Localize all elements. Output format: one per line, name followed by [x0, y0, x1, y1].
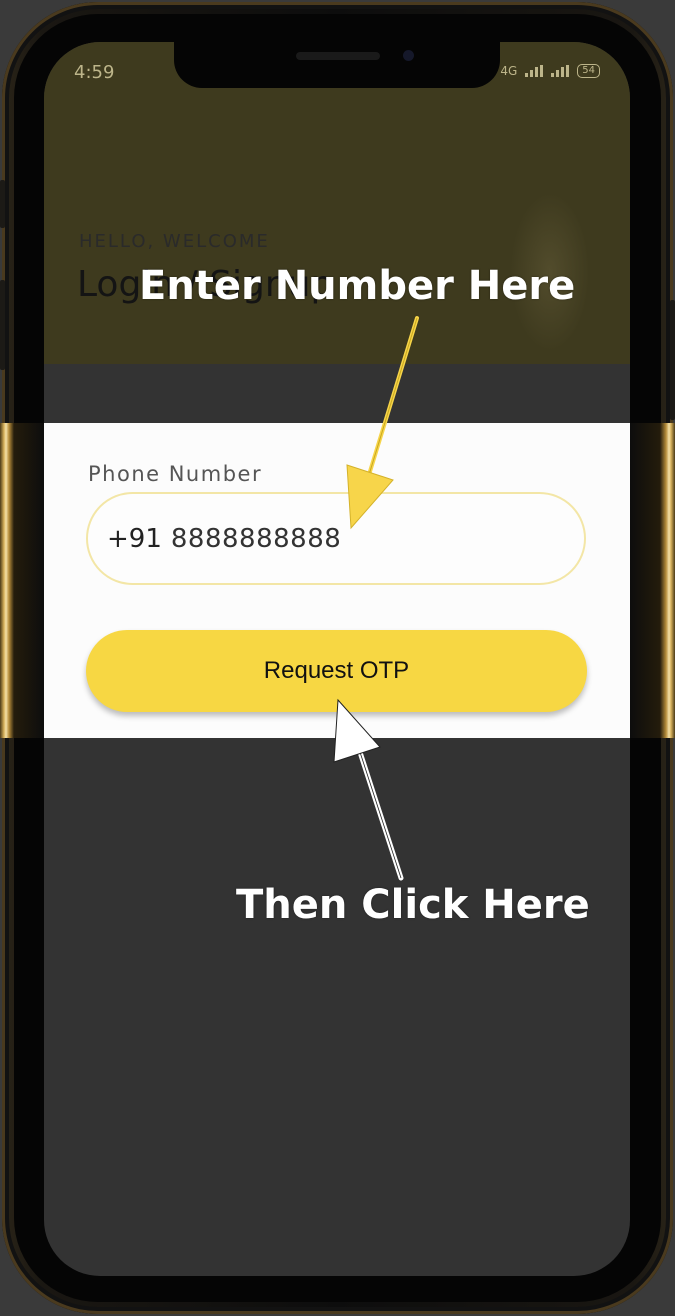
- phone-number-label: Phone Number: [88, 462, 263, 486]
- phone-number-value: 8888888888: [170, 523, 342, 554]
- phone-notch: [174, 42, 500, 88]
- app-header: 4:59 4G 54 HELLO, WELCOME Login / Signup: [44, 42, 630, 364]
- front-camera: [403, 50, 414, 61]
- silent-switch: [0, 180, 5, 228]
- power-button: [670, 300, 675, 420]
- signal-icon-secondary: [551, 65, 570, 77]
- signal-icon: [525, 65, 544, 77]
- annotation-click-here: Then Click Here: [236, 882, 590, 928]
- greeting-label: HELLO, WELCOME: [79, 231, 270, 252]
- speaker-grille: [296, 52, 380, 60]
- volume-up-button: [0, 280, 5, 370]
- phone-number-input[interactable]: +91 8888888888: [86, 492, 586, 585]
- country-code: +91: [107, 523, 162, 554]
- battery-icon: 54: [577, 64, 600, 78]
- status-time: 4:59: [74, 62, 115, 83]
- network-type-label: 4G: [500, 64, 518, 78]
- request-otp-button[interactable]: Request OTP: [86, 630, 587, 712]
- stage: 4:59 4G 54 HELLO, WELCOME Login / Signup…: [0, 0, 675, 1316]
- status-icons: 4G 54: [500, 64, 600, 78]
- annotation-enter-number: Enter Number Here: [139, 263, 576, 309]
